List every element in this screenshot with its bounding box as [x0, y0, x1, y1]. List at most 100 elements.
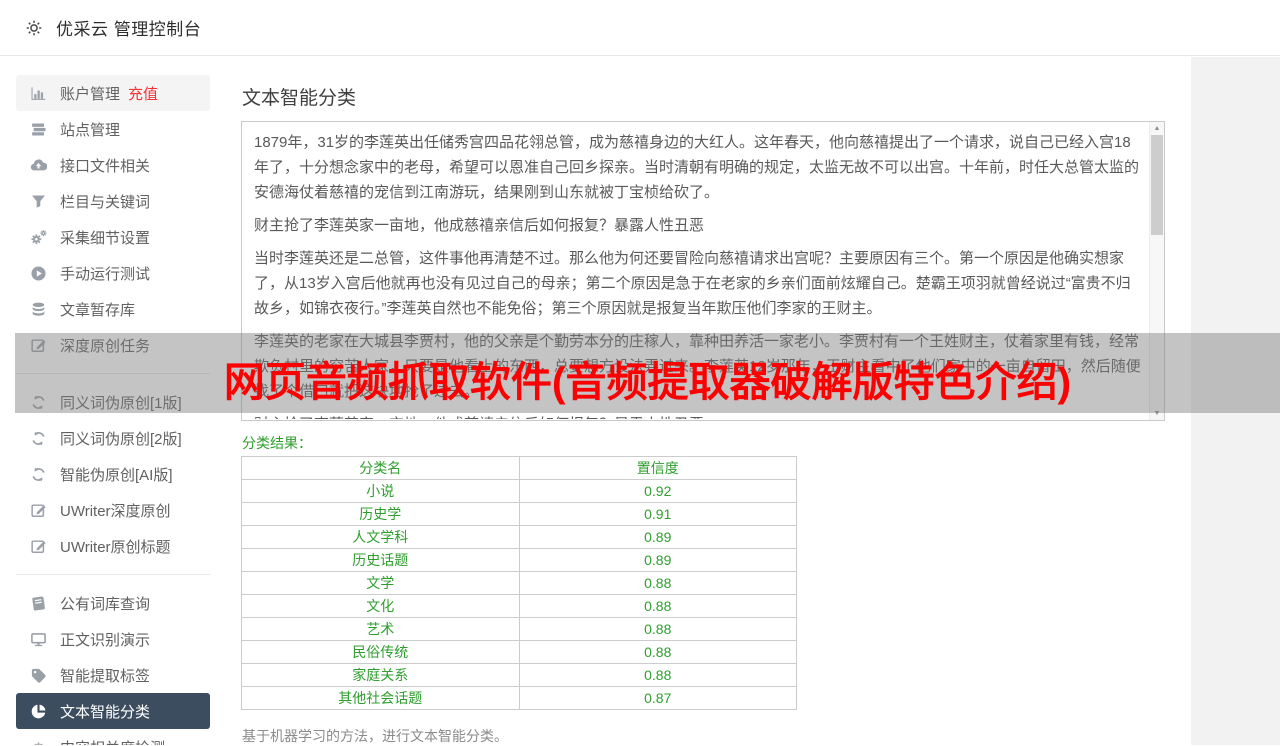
category-cell: 人文学科 — [241, 525, 520, 549]
table-row: 家庭关系 0.88 — [241, 663, 797, 687]
table-row: 历史话题 0.89 — [241, 548, 797, 572]
document-paragraph: 当时李莲英还是二总管，这件事他再清楚不过。那么他为何还要冒险向慈禧请求出宫呢？主… — [254, 250, 1131, 317]
confidence-cell: 0.88 — [518, 617, 797, 641]
classification-table: 分类名 置信度 小说 0.92 历史学 0.91 人文学科 0.89 历史话题 0.89 文学 0.… — [241, 456, 797, 710]
table-row: 小说 0.92 — [241, 479, 797, 503]
category-cell: 民俗传统 — [241, 640, 520, 664]
table-row: 艺术 0.88 — [241, 617, 797, 641]
document-paragraph: 1879年，31岁的李莲英出任储秀宫四品花翎总管，成为慈禧身边的大红人。这年春天… — [254, 134, 1140, 201]
sidebar-item-manual-run-test[interactable]: 手动运行测试 — [16, 255, 210, 291]
sidebar-item-account[interactable]: 账户管理 充值 — [16, 75, 210, 111]
category-cell: 小说 — [241, 479, 520, 503]
refresh-icon — [30, 430, 47, 447]
confidence-cell: 0.88 — [518, 640, 797, 664]
category-cell: 家庭关系 — [241, 663, 520, 687]
confidence-cell: 0.89 — [518, 548, 797, 572]
sidebar-item-label: 公有词库查询 — [60, 595, 151, 613]
sidebar-item-synonym-rewrite-2[interactable]: 同义词伪原创[2版] — [16, 420, 210, 456]
confidence-cell: 0.91 — [518, 502, 797, 526]
table-row: 文学 0.88 — [241, 571, 797, 595]
sidebar-item-label: 接口文件相关 — [60, 157, 151, 175]
recharge-badge[interactable]: 充值 — [128, 83, 158, 104]
sidebar-item-label: 栏目与关键词 — [60, 193, 151, 211]
table-row: 文化 0.88 — [241, 594, 797, 618]
table-header-cell: 置信度 — [518, 456, 797, 480]
sidebar-item-interface-files[interactable]: 接口文件相关 — [16, 147, 210, 183]
result-label: 分类结果： — [242, 435, 312, 451]
table-row: 其他社会话题 0.87 — [241, 686, 797, 710]
sidebar-item-label: 内容相关度检测 — [60, 737, 165, 746]
server-icon — [30, 121, 47, 138]
sidebar-item-label: 同义词伪原创[2版] — [60, 430, 182, 448]
table-head: 分类名 置信度 — [241, 456, 797, 480]
footnote: 基于机器学习的方法，进行文本智能分类。 — [242, 728, 508, 744]
category-cell: 文化 — [241, 594, 520, 618]
sidebar-item-label: 智能提取标签 — [60, 667, 151, 685]
sidebar-item-collect-settings[interactable]: 采集细节设置 — [16, 219, 210, 255]
table-row: 人文学科 0.89 — [241, 525, 797, 549]
sidebar-item-label: 手动运行测试 — [60, 265, 151, 283]
confidence-cell: 0.87 — [518, 686, 797, 710]
cloud-upload-icon — [30, 157, 47, 174]
category-cell: 其他社会话题 — [241, 686, 520, 710]
confidence-cell: 0.88 — [518, 594, 797, 618]
settings-gear-icon[interactable] — [25, 19, 43, 37]
sidebar-item-label: UWriter原创标题 — [60, 538, 171, 556]
category-cell: 艺术 — [241, 617, 520, 641]
sidebar-item-uwriter-original-title[interactable]: UWriter原创标题 — [16, 528, 210, 564]
sidebar-item-label: 文本智能分类 — [60, 703, 151, 721]
sidebar-item-label: 文章暂存库 — [60, 301, 136, 319]
category-cell: 文学 — [241, 571, 520, 595]
filter-icon — [30, 193, 47, 210]
edit-icon — [30, 502, 47, 519]
sidebar-item-article-store[interactable]: 文章暂存库 — [16, 291, 210, 327]
sidebar-item-label: 智能伪原创[AI版] — [60, 466, 173, 484]
sidebar-item-uwriter-deep-original[interactable]: UWriter深度原创 — [16, 492, 210, 528]
app-header: 优采云 管理控制台 — [0, 0, 1280, 56]
watermark-overlay: 网页音频抓取软件(音频提取器破解版特色介绍) — [15, 333, 1280, 413]
bar-chart-icon — [30, 85, 47, 102]
gear-icon — [30, 739, 47, 745]
gears-icon — [30, 229, 47, 246]
table-header-cell: 分类名 — [241, 456, 520, 480]
table-row: 历史学 0.91 — [241, 502, 797, 526]
page-title: 文本智能分类 — [242, 88, 357, 109]
sidebar-item-label: 采集细节设置 — [60, 229, 151, 247]
document-paragraph: 财主抢了李莲英家一亩地，他成慈禧亲信后如何报复？暴露人性丑恶 — [254, 412, 1142, 419]
book-icon — [30, 595, 47, 612]
edit-icon — [30, 538, 47, 555]
sidebar-item-content-recognition-demo[interactable]: 正文识别演示 — [16, 621, 210, 657]
sidebar-item-label: UWriter深度原创 — [60, 502, 171, 520]
category-cell: 历史话题 — [241, 548, 520, 572]
sidebar-item-ai-rewrite[interactable]: 智能伪原创[AI版] — [16, 456, 210, 492]
sidebar-item-smart-tag-extract[interactable]: 智能提取标签 — [16, 657, 210, 693]
table-header-row: 分类名 置信度 — [241, 456, 797, 480]
sidebar-divider — [16, 574, 210, 575]
monitor-icon — [30, 631, 47, 648]
sidebar-item-public-lexicon-query[interactable]: 公有词库查询 — [16, 585, 210, 621]
tag-icon — [30, 667, 47, 684]
confidence-cell: 0.88 — [518, 571, 797, 595]
sidebar-item-columns-keywords[interactable]: 栏目与关键词 — [16, 183, 210, 219]
pie-chart-icon — [30, 703, 47, 720]
table-body: 小说 0.92 历史学 0.91 人文学科 0.89 历史话题 0.89 文学 0.88 文化 0.8… — [241, 479, 797, 710]
sidebar-item-label: 正文识别演示 — [60, 631, 151, 649]
table-row: 民俗传统 0.88 — [241, 640, 797, 664]
sidebar-item-content-relevance-check[interactable]: 内容相关度检测 — [16, 729, 210, 745]
sidebar-item-sites[interactable]: 站点管理 — [16, 111, 210, 147]
scrollbar-thumb[interactable] — [1151, 135, 1163, 235]
watermark-text: 网页音频抓取软件(音频提取器破解版特色介绍) — [223, 359, 1072, 405]
category-cell: 历史学 — [241, 502, 520, 526]
app-title: 优采云 管理控制台 — [56, 20, 202, 39]
database-icon — [30, 301, 47, 318]
refresh-icon — [30, 466, 47, 483]
confidence-cell: 0.89 — [518, 525, 797, 549]
confidence-cell: 0.88 — [518, 663, 797, 687]
scroll-up-arrow[interactable]: ▲ — [1150, 122, 1164, 135]
sidebar-item-label: 站点管理 — [60, 121, 121, 139]
confidence-cell: 0.92 — [518, 479, 797, 503]
play-circle-icon — [30, 265, 47, 282]
document-paragraph: 财主抢了李莲英家一亩地，他成慈禧亲信后如何报复？暴露人性丑恶 — [254, 217, 705, 234]
sidebar-item-label: 账户管理 — [60, 85, 121, 103]
sidebar-item-text-classification[interactable]: 文本智能分类 — [16, 693, 210, 729]
